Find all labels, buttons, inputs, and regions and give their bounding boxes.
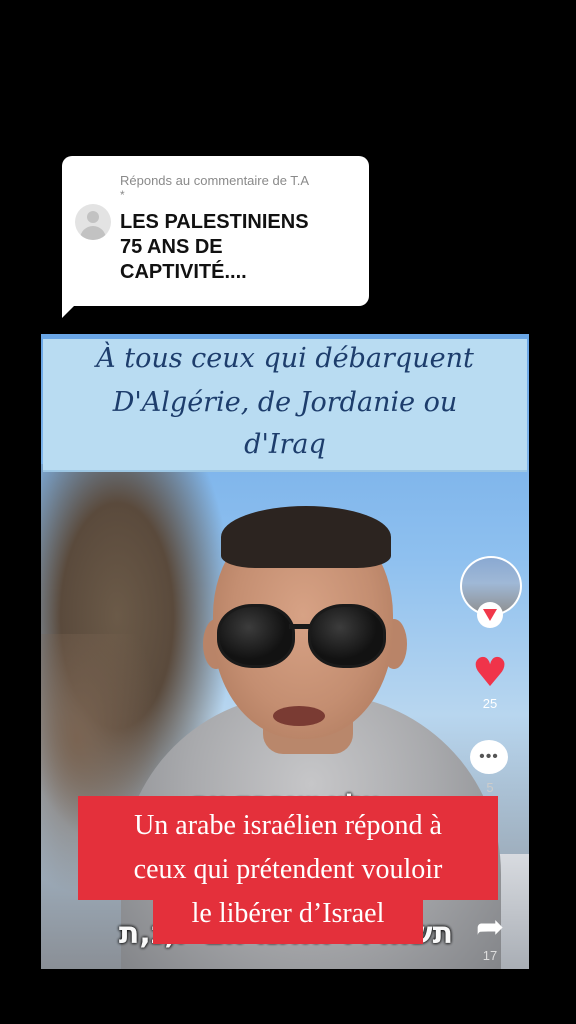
follow-icon[interactable] <box>477 602 503 628</box>
banner-line: D'Algérie, de Jordanie ou <box>112 387 458 418</box>
video-banner: À tous ceux qui débarquent D'Algérie, de… <box>43 339 527 472</box>
reply-comment-card[interactable]: Réponds au commentaire de T.A * LES PALE… <box>62 156 369 306</box>
caption-line: ceux qui prétendent vouloir <box>133 854 443 885</box>
commenter-avatar-icon[interactable] <box>75 204 111 240</box>
sunglasses-lens <box>217 604 295 668</box>
comment-count: 5 <box>486 780 494 795</box>
banner-line: À tous ceux qui débarquent <box>96 343 474 374</box>
reply-line: CAPTIVITÉ.... <box>120 261 247 283</box>
reply-line: LES PALESTINIENS <box>120 211 309 233</box>
sunglasses-bridge <box>289 624 311 629</box>
like-count: 25 <box>482 696 498 711</box>
caption-line: le libérer d’Israel <box>191 898 385 929</box>
caption-line: Un arabe israélien répond à <box>134 810 442 841</box>
reply-card-tail <box>62 296 84 318</box>
sunglasses-lens <box>308 604 386 668</box>
person-mouth <box>273 706 325 726</box>
heart-icon[interactable]: ♥ <box>470 653 510 693</box>
person-hair <box>221 506 391 568</box>
share-count: 17 <box>482 948 498 963</box>
share-icon[interactable]: ➦ <box>471 910 509 944</box>
reply-comment-text: LES PALESTINIENS 75 ANS DE CAPTIVITÉ.... <box>120 210 360 285</box>
reply-header: Réponds au commentaire de T.A <box>120 173 310 188</box>
banner-line: d'Iraq <box>244 429 326 460</box>
reply-line: 75 ANS DE <box>120 236 223 258</box>
reply-header-star: * <box>120 188 125 202</box>
comment-icon[interactable]: ••• <box>470 740 508 774</box>
